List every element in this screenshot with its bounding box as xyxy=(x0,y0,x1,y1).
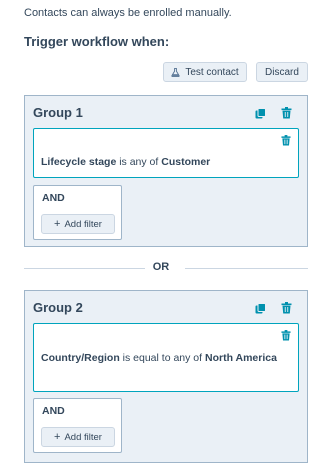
and-label: AND xyxy=(42,192,65,204)
flask-icon xyxy=(171,67,180,77)
trigger-heading: Trigger workflow when: xyxy=(24,34,170,49)
add-filter-button[interactable]: + Add filter xyxy=(41,427,115,447)
filter-group-1: Group 1 Lifecycle stage is any of Custom… xyxy=(24,95,308,247)
trash-icon xyxy=(281,302,291,314)
group-title: Group 1 xyxy=(33,105,83,120)
clone-group-button[interactable] xyxy=(253,301,267,315)
enroll-hint: Contacts can always be enrolled manually… xyxy=(24,7,232,19)
and-block: AND + Add filter xyxy=(33,185,122,240)
trash-icon xyxy=(281,329,291,340)
filter-property: Country/Region xyxy=(41,352,120,364)
delete-filter-button[interactable] xyxy=(279,328,293,342)
discard-button[interactable]: Discard xyxy=(256,62,308,82)
delete-group-button[interactable] xyxy=(279,301,293,315)
trash-icon xyxy=(281,107,291,119)
or-divider-right xyxy=(185,268,308,269)
and-block: AND + Add filter xyxy=(33,398,122,453)
copy-icon xyxy=(255,302,266,313)
clone-group-button[interactable] xyxy=(253,106,267,120)
trash-icon xyxy=(281,134,291,145)
add-filter-label: Add filter xyxy=(64,431,102,443)
or-label: OR xyxy=(152,261,170,273)
filter-property: Lifecycle stage xyxy=(41,156,117,168)
copy-icon xyxy=(255,107,266,118)
test-contact-label: Test contact xyxy=(185,66,239,78)
group-title: Group 2 xyxy=(33,300,83,315)
delete-filter-button[interactable] xyxy=(279,133,293,147)
filter-card[interactable]: Country/Region is equal to any of North … xyxy=(33,323,299,392)
plus-icon: + xyxy=(54,430,61,443)
filter-group-2: Group 2 Country/Region is equal to any o… xyxy=(24,290,308,463)
test-contact-button[interactable]: Test contact xyxy=(163,62,247,82)
filter-operator: is any of xyxy=(116,156,162,168)
plus-icon: + xyxy=(54,217,61,230)
filter-value: Customer xyxy=(161,156,211,168)
add-filter-label: Add filter xyxy=(64,218,102,230)
delete-group-button[interactable] xyxy=(279,106,293,120)
filter-description: Country/Region is equal to any of North … xyxy=(41,350,290,367)
and-label: AND xyxy=(42,405,65,417)
add-filter-button[interactable]: + Add filter xyxy=(41,214,115,234)
filter-value: North America xyxy=(204,352,277,364)
filter-card[interactable]: Lifecycle stage is any of Customer xyxy=(33,128,299,178)
filter-operator: is equal to any of xyxy=(119,352,205,364)
filter-description: Lifecycle stage is any of Customer xyxy=(41,154,290,171)
discard-label: Discard xyxy=(265,66,299,78)
